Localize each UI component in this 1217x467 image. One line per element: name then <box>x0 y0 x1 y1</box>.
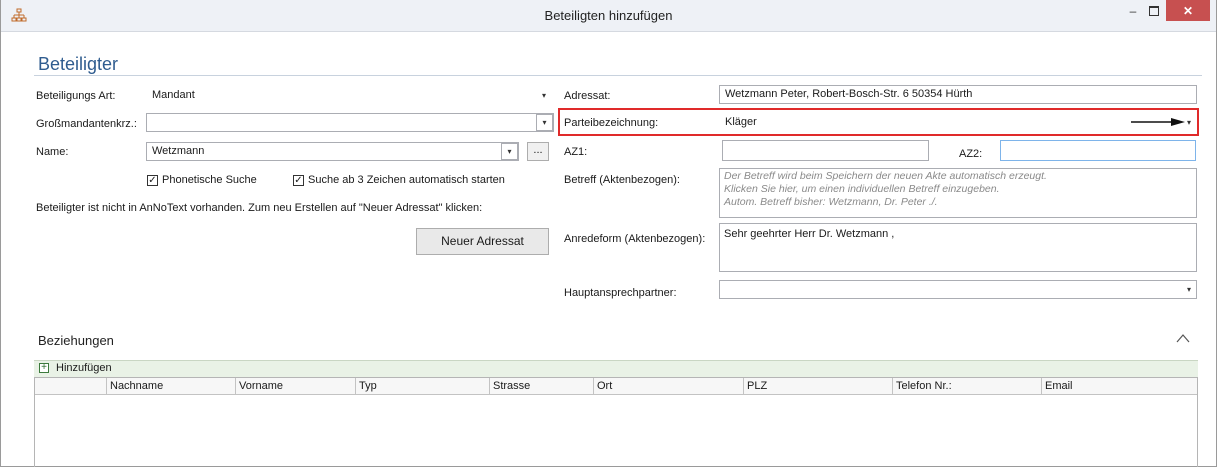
chevron-down-icon[interactable]: ▾ <box>501 143 518 160</box>
name-value: Wetzmann <box>152 145 205 157</box>
beziehungen-toolbar: + Hinzufügen <box>34 360 1198 377</box>
anredeform-value: Sehr geehrter Herr Dr. Wetzmann , <box>724 228 895 240</box>
beteiligungs-art-label: Beteiligungs Art: <box>36 90 116 102</box>
betreff-label: Betreff (Aktenbezogen): <box>564 174 680 186</box>
plus-icon[interactable]: + <box>39 363 49 373</box>
auto-suche-label: Suche ab 3 Zeichen automatisch starten <box>308 174 505 186</box>
betreff-field[interactable]: Der Betreff wird beim Speichern der neue… <box>719 168 1197 218</box>
checkmark-icon: ✓ <box>294 175 303 186</box>
az2-field[interactable] <box>1000 140 1196 161</box>
az2-label: AZ2: <box>959 148 983 160</box>
name-combo[interactable]: Wetzmann <box>146 142 519 161</box>
neuer-adressat-button[interactable]: Neuer Adressat <box>416 228 549 255</box>
betreff-hint-1: Der Betreff wird beim Speichern der neue… <box>724 170 1047 182</box>
adressat-value: Wetzmann Peter, Robert-Bosch-Str. 6 5035… <box>725 88 973 100</box>
title-bar: Beteiligten hinzufügen – ✕ <box>1 0 1216 32</box>
beziehungen-title: Beziehungen <box>38 333 114 348</box>
az1-label: AZ1: <box>564 146 588 158</box>
chevron-down-icon[interactable]: ▾ <box>1187 285 1191 294</box>
chevron-up-icon[interactable] <box>1176 333 1190 343</box>
arrow-icon <box>1131 118 1185 126</box>
minimize-button[interactable]: – <box>1121 0 1145 22</box>
parteibezeichnung-label: Parteibezeichnung: <box>564 117 659 129</box>
chevron-down-icon[interactable]: ▾ <box>1187 118 1191 127</box>
column-header[interactable]: Nachname <box>107 378 236 395</box>
column-header[interactable]: Email <box>1042 378 1197 395</box>
checkmark-icon: ✓ <box>148 175 157 186</box>
beziehungen-table[interactable]: Nachname Vorname Typ Strasse Ort PLZ Tel… <box>34 377 1198 467</box>
anredeform-label: Anredeform (Aktenbezogen): <box>564 233 706 245</box>
column-header[interactable]: PLZ <box>744 378 893 395</box>
heading-divider <box>34 75 1202 76</box>
auto-suche-checkbox[interactable]: ✓ <box>293 175 304 186</box>
chevron-down-icon[interactable]: ▾ <box>542 91 546 100</box>
betreff-hint-3: Autom. Betreff bisher: Wetzmann, Dr. Pet… <box>724 196 938 208</box>
anredeform-field[interactable]: Sehr geehrter Herr Dr. Wetzmann , <box>719 223 1197 272</box>
adressat-label: Adressat: <box>564 90 611 102</box>
row-header-column <box>35 378 107 395</box>
section-heading: Beteiligter <box>38 54 119 74</box>
name-label: Name: <box>36 146 69 158</box>
column-header[interactable]: Typ <box>356 378 490 395</box>
beteiligungs-art-select[interactable]: Mandant <box>146 86 553 105</box>
phonetisch-checkbox[interactable]: ✓ <box>147 175 158 186</box>
az1-field[interactable] <box>722 140 929 161</box>
beteiligungs-art-value: Mandant <box>152 89 195 101</box>
parteibezeichnung-select[interactable]: Kläger <box>719 113 1195 132</box>
window-title: Beteiligten hinzufügen <box>544 8 673 23</box>
maximize-button[interactable] <box>1149 6 1159 16</box>
adressat-field[interactable]: Wetzmann Peter, Robert-Bosch-Str. 6 5035… <box>719 85 1197 104</box>
hinzufuegen-button[interactable]: Hinzufügen <box>56 362 112 374</box>
info-text: Beteiligter ist nicht in AnNoText vorhan… <box>36 202 483 214</box>
name-browse-button[interactable]: ... <box>527 142 549 161</box>
close-button[interactable]: ✕ <box>1166 0 1210 21</box>
dialog-window: Beteiligten hinzufügen – ✕ Beteiligter B… <box>0 0 1217 467</box>
column-header[interactable]: Ort <box>594 378 744 395</box>
chevron-down-icon[interactable]: ▾ <box>536 114 553 131</box>
column-header[interactable]: Telefon Nr.: <box>893 378 1042 395</box>
hauptansprechpartner-select[interactable] <box>719 280 1197 299</box>
column-header[interactable]: Vorname <box>236 378 356 395</box>
parteibezeichnung-value: Kläger <box>725 116 757 128</box>
grossmandant-label: Großmandantenkrz.: <box>36 118 137 130</box>
phonetisch-label: Phonetische Suche <box>162 174 257 186</box>
grossmandant-combo[interactable] <box>146 113 554 132</box>
column-header[interactable]: Strasse <box>490 378 594 395</box>
hauptansprechpartner-label: Hauptansprechpartner: <box>564 287 677 299</box>
betreff-hint-2: Klicken Sie hier, um einen individuellen… <box>724 183 1000 195</box>
